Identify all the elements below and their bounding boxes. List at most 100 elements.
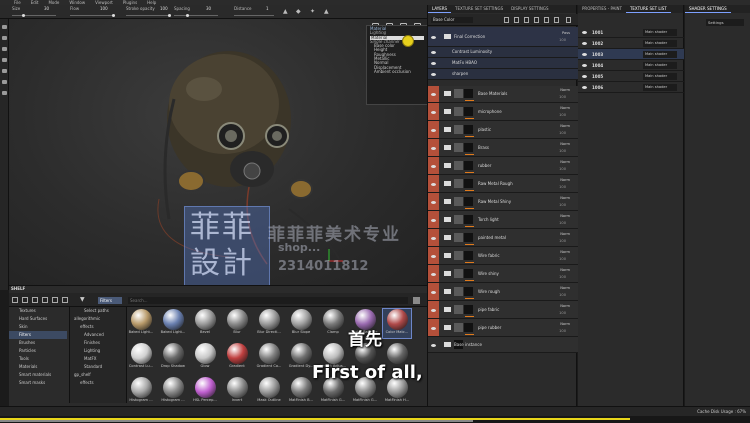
folder-icon[interactable] [444, 253, 451, 258]
blend-mode-select[interactable]: Norm [560, 160, 570, 164]
layer-row[interactable]: sharpen [428, 69, 578, 80]
layer-row[interactable]: Wire fabric Norm 100 [428, 247, 578, 265]
tree-item[interactable]: effects [70, 379, 126, 387]
video-progress-bar[interactable] [0, 416, 750, 423]
add-effect-icon[interactable] [504, 17, 509, 23]
filter-icon[interactable]: ▼ [80, 296, 85, 303]
filter-pill[interactable]: Filters [98, 297, 122, 304]
import-icon[interactable] [32, 297, 38, 303]
blend-mode-select[interactable]: Norm [560, 88, 570, 92]
add-folder-icon[interactable] [544, 17, 549, 23]
visibility-eye-icon[interactable] [431, 291, 436, 294]
category-textures[interactable]: Textures [9, 307, 67, 315]
layer-row[interactable]: Base Materials Norm 100 [428, 86, 578, 103]
list-icon[interactable] [52, 297, 58, 303]
blend-mode-select[interactable]: Norm [560, 142, 570, 146]
shader-select[interactable]: Main shader [643, 40, 677, 47]
add-fill-layer-icon[interactable] [524, 17, 529, 23]
filter-thumbnail[interactable]: Color Matc... [382, 308, 412, 339]
visibility-eye-icon[interactable] [431, 255, 436, 258]
filter-thumbnail[interactable]: Blur [223, 309, 251, 338]
opacity-value[interactable]: 100 [559, 38, 566, 42]
lazy-mouse-icon[interactable]: ▲ [324, 8, 329, 15]
smudge-icon[interactable] [2, 69, 7, 73]
add-layer-icon[interactable] [534, 17, 539, 23]
layer-row[interactable]: microphone Norm 100 [428, 103, 578, 121]
folder-icon[interactable] [444, 163, 451, 168]
layer-row[interactable]: pipe rubber Norm 100 [428, 319, 578, 337]
tab-properties-paint[interactable]: PROPERTIES - PAINT [578, 5, 626, 13]
folder-icon[interactable] [444, 145, 451, 150]
delete-icon[interactable] [62, 297, 68, 303]
folder-icon[interactable] [444, 199, 451, 204]
category-smart-masks[interactable]: Smart masks [9, 379, 67, 387]
shader-select[interactable]: Main shader [643, 62, 677, 69]
visibility-eye-icon[interactable] [582, 86, 587, 89]
shader-select[interactable]: Main shader [643, 84, 677, 91]
folder-icon[interactable] [444, 181, 451, 186]
spacing-slider-knob[interactable] [186, 14, 189, 17]
tree-item[interactable]: Lighting [70, 347, 126, 355]
tree-item[interactable]: Advanced [70, 331, 126, 339]
opacity-value[interactable]: 100 [559, 221, 566, 225]
grid-view-icon[interactable] [413, 297, 420, 304]
mirror-icon[interactable]: ◆ [296, 8, 301, 15]
layer-row[interactable]: pipe fabric Norm 100 [428, 301, 578, 319]
filter-thumbnail[interactable]: Baked Light... [159, 309, 187, 338]
layer-row[interactable]: Raw Metal Rough Norm 100 [428, 175, 578, 193]
export-icon[interactable] [42, 297, 48, 303]
filter-thumbnail[interactable]: Gradient [223, 343, 251, 372]
filter-thumbnail[interactable]: Bevel [191, 309, 219, 338]
shader-select[interactable]: Main shader [643, 51, 677, 58]
opacity-value[interactable]: 100 [559, 185, 566, 189]
symmetry-icon[interactable]: ▲ [283, 8, 288, 15]
opacity-value[interactable]: 100 [559, 149, 566, 153]
filter-thumbnail[interactable]: Blur Slope [287, 309, 315, 338]
stroke-opacity-knob[interactable] [168, 14, 171, 17]
visibility-eye-icon[interactable] [582, 31, 587, 34]
delete-layer-icon[interactable] [566, 17, 571, 23]
visibility-eye-icon[interactable] [431, 344, 436, 347]
visibility-eye-icon[interactable] [582, 75, 587, 78]
add-mask-icon[interactable] [514, 17, 519, 23]
duplicate-layer-icon[interactable] [554, 17, 559, 23]
sync-icon[interactable]: ✦ [310, 8, 315, 15]
texture-set-row[interactable]: 1003 Main shader [578, 49, 684, 60]
tab-texture-set-settings[interactable]: TEXTURE SET SETTINGS [451, 5, 507, 13]
layer-row[interactable]: Final Correction Pass 100 [428, 27, 578, 47]
visibility-eye-icon[interactable] [431, 219, 436, 222]
tree-item[interactable]: Standard [70, 363, 126, 371]
folder-icon[interactable] [444, 307, 451, 312]
filter-thumbnail[interactable]: Clamp [319, 309, 347, 338]
visibility-eye-icon[interactable] [431, 183, 436, 186]
visibility-eye-icon[interactable] [431, 36, 436, 39]
filter-thumbnail[interactable]: Histogram ... [127, 377, 155, 406]
filter-thumbnail[interactable]: Histogram ... [159, 377, 187, 406]
layer-row[interactable]: Wire shiny Norm 100 [428, 265, 578, 283]
tab-shader-settings[interactable]: SHADER SETTINGS [685, 5, 731, 13]
spacing-slider[interactable] [174, 15, 218, 16]
tree-select-paths[interactable]: Select paths [70, 307, 126, 315]
layer-row[interactable]: Torch light Norm 100 [428, 211, 578, 229]
blend-mode-select[interactable]: Norm [560, 196, 570, 200]
blend-mode-select[interactable]: Norm [560, 250, 570, 254]
stroke-opacity-slider[interactable] [126, 15, 170, 16]
polygon-fill-icon[interactable] [2, 58, 7, 62]
opacity-value[interactable]: 100 [559, 293, 566, 297]
category-tools[interactable]: Tools [9, 355, 67, 363]
visibility-eye-icon[interactable] [431, 111, 436, 114]
filter-thumbnail[interactable]: Baked Light... [127, 309, 155, 338]
folder-icon[interactable] [444, 235, 451, 240]
texture-set-row[interactable]: 1002 Main shader [578, 38, 684, 49]
blend-mode-select[interactable]: Norm [560, 178, 570, 182]
visibility-eye-icon[interactable] [431, 129, 436, 132]
visibility-eye-icon[interactable] [431, 165, 436, 168]
blend-mode-select[interactable]: Norm [560, 106, 570, 110]
shader-settings-dropdown[interactable]: Settings [706, 19, 744, 26]
visibility-eye-icon[interactable] [582, 42, 587, 45]
stroke-opacity-value[interactable]: 100 [160, 6, 168, 11]
visibility-eye-icon[interactable] [431, 201, 436, 204]
visibility-eye-icon[interactable] [431, 51, 436, 54]
folder-icon[interactable] [444, 271, 451, 276]
category-materials[interactable]: Materials [9, 363, 67, 371]
